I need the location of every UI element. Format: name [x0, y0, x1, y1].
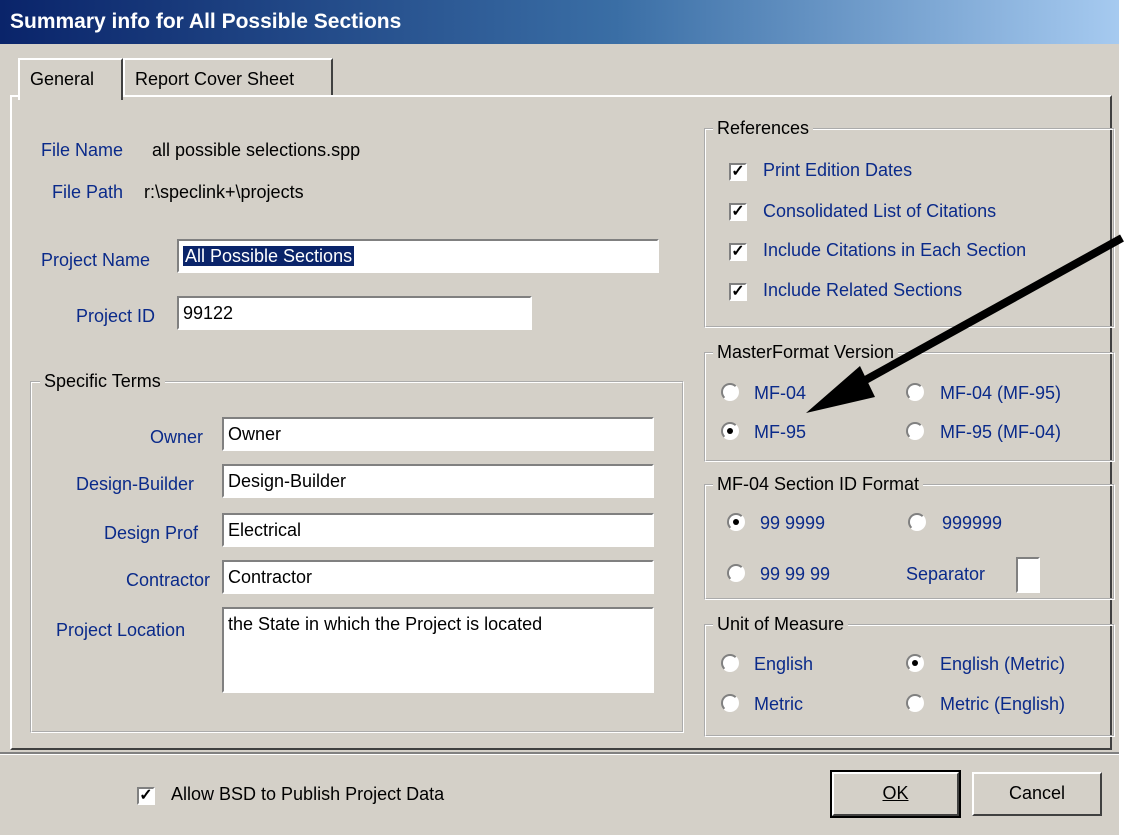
- annotation-arrow-icon: [806, 234, 1124, 413]
- dialog-window: Summary info for All Possible Sections G…: [0, 0, 1124, 835]
- tab-general[interactable]: General: [18, 58, 123, 100]
